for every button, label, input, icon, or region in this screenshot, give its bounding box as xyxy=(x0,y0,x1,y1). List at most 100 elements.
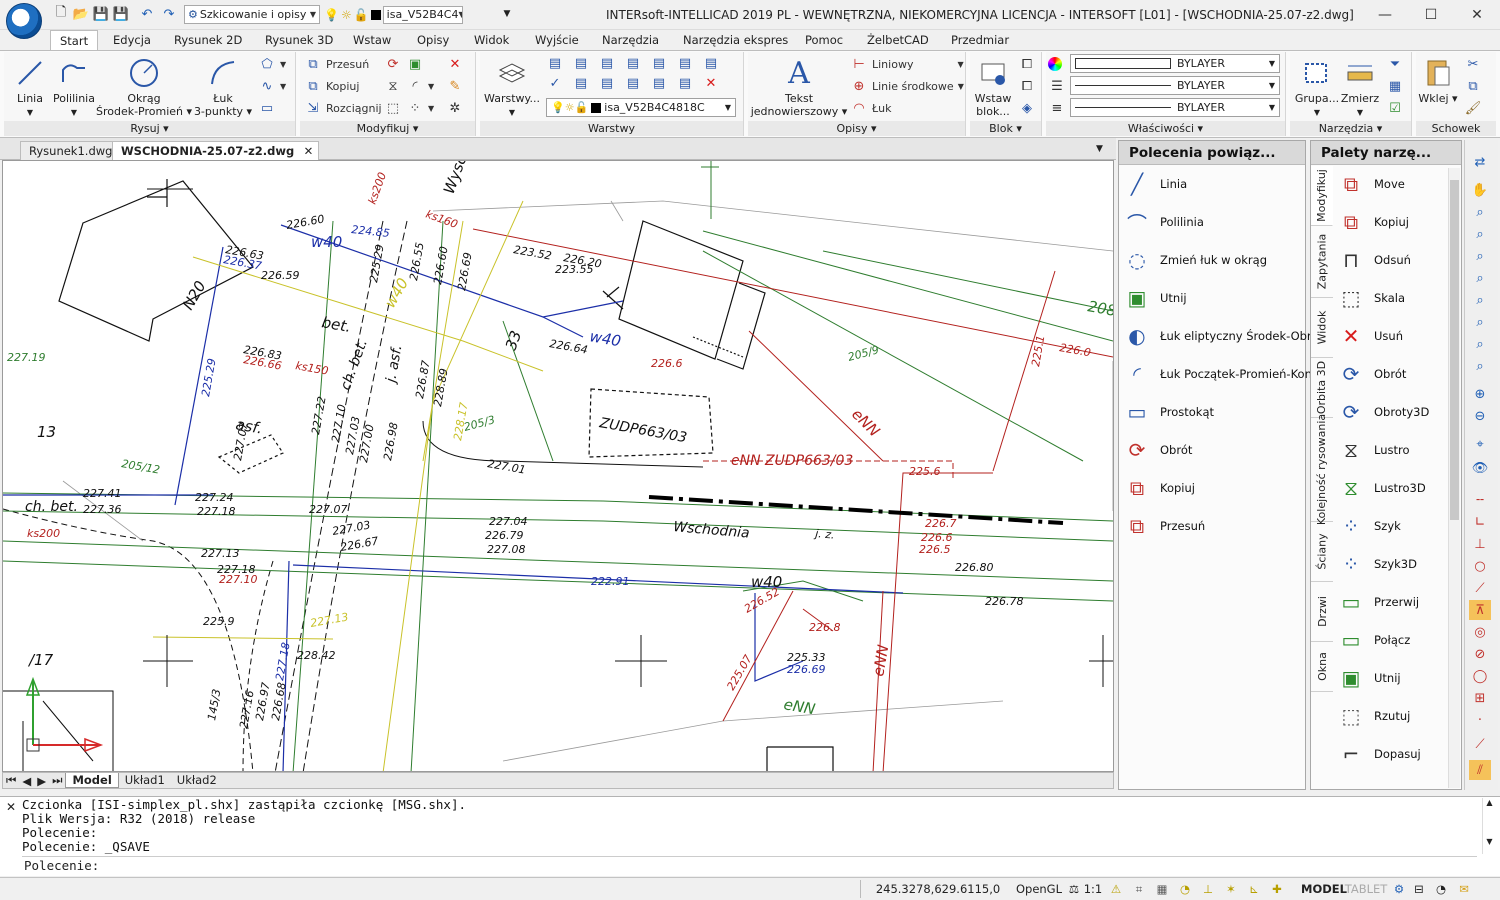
right-toolbar-icon[interactable]: ○ xyxy=(1469,556,1491,576)
palette-vtab[interactable]: Orbita 3D xyxy=(1311,358,1333,418)
layer-tool-icon[interactable]: ▤ xyxy=(650,54,668,72)
right-toolbar-icon[interactable]: ⌕ xyxy=(1469,356,1491,376)
group-button[interactable]: Grupa... ▼ xyxy=(1292,56,1342,119)
layer-tool-icon[interactable]: ▤ xyxy=(624,74,642,92)
spline-button[interactable]: ∿ ▼ xyxy=(258,76,287,96)
tool-palette-item[interactable]: ⬚ Rzutuj xyxy=(1336,700,1411,732)
group-caption-blok[interactable]: Blok ▾ xyxy=(970,121,1041,136)
tab-przedmiar[interactable]: Przedmiar xyxy=(942,30,1018,50)
layer-tool-icon[interactable]: ▤ xyxy=(598,54,616,72)
tool-palette-item[interactable]: ⊓ Odsuń xyxy=(1336,244,1411,276)
status-toggle-icon[interactable]: ✶ xyxy=(1221,881,1241,898)
workspace-select[interactable]: ⚙ Szkicowanie i opisy ▼ xyxy=(184,5,320,24)
check-button[interactable]: ☑ xyxy=(1386,98,1404,118)
next-layout-icon[interactable]: ▶ xyxy=(34,774,49,788)
tool-palette-item[interactable]: ▭ Połącz xyxy=(1336,624,1411,656)
group-caption-narzedzia[interactable]: Narzędzia ▾ xyxy=(1290,121,1411,136)
related-command-polyline[interactable]: ⌒ Polilinia xyxy=(1122,206,1204,238)
paste-button[interactable]: Wklej ▾ xyxy=(1416,56,1460,105)
related-command-copy[interactable]: ⧉ Kopiuj xyxy=(1122,472,1195,504)
move-button[interactable]: ⧉ Przesuń xyxy=(304,54,369,74)
doc-tab-wschodnia[interactable]: WSCHODNIA-25.07-z2.dwg ✕ xyxy=(112,141,320,160)
arc-dim-button[interactable]: ◠ Łuk xyxy=(850,98,891,118)
right-toolbar-icon[interactable]: 👁 xyxy=(1469,458,1491,478)
tool-palette-item[interactable]: ⧖ Lustro xyxy=(1336,434,1410,466)
linetype-icon[interactable]: ☰ xyxy=(1048,76,1066,96)
right-toolbar-icon[interactable]: ⊼ xyxy=(1469,600,1491,620)
first-layout-icon[interactable]: ⏮ xyxy=(3,773,19,788)
tool-palette-item[interactable]: ⌐ Dopasuj xyxy=(1336,738,1421,770)
copy-button[interactable]: ⧉ Kopiuj xyxy=(304,76,359,96)
delete-button[interactable]: ✕ xyxy=(446,54,464,74)
tool-palette-item[interactable]: ⧉ Kopiuj xyxy=(1336,206,1409,238)
right-toolbar-icon[interactable]: ⫽ xyxy=(1469,760,1491,780)
redo-icon[interactable]: ↷ xyxy=(160,5,178,23)
status-toggle-icon[interactable]: ⌗ xyxy=(1129,881,1149,898)
right-toolbar-icon[interactable]: ⌖ xyxy=(1469,434,1491,454)
layer-select[interactable]: 💡 ☼ 🔓 isa_V52B4C4818C ▼ xyxy=(546,98,736,117)
right-toolbar-icon[interactable]: ⊕ xyxy=(1469,384,1491,404)
right-toolbar-icon[interactable]: ⇄ xyxy=(1469,152,1491,172)
polygon-button[interactable]: ⬠ ▼ xyxy=(258,54,286,74)
tablet-toggle[interactable]: TABLET xyxy=(1345,881,1388,898)
tool-palette-item[interactable]: ⁘ Szyk xyxy=(1336,510,1401,542)
linetype-select[interactable]: BYLAYER ▼ xyxy=(1070,76,1280,95)
tool-palette-item[interactable]: ✕ Usuń xyxy=(1336,320,1403,352)
status-toggle-icon[interactable]: ⊾ xyxy=(1244,881,1264,898)
tab-wstaw[interactable]: Wstaw xyxy=(344,30,400,50)
tool-palette-item[interactable]: ⧉ Move xyxy=(1336,168,1405,200)
group-caption-rysuj[interactable]: Rysuj ▾ xyxy=(4,121,295,136)
related-command-rectangle[interactable]: ▭ Prostokąt xyxy=(1122,396,1214,428)
right-toolbar-icon[interactable]: ⌕ xyxy=(1469,334,1491,354)
tool-palette-item[interactable]: ⧖ Lustro3D xyxy=(1336,472,1426,504)
lineweight-select[interactable]: BYLAYER ▼ xyxy=(1070,98,1280,117)
right-toolbar-icon[interactable]: ◯ xyxy=(1469,666,1491,686)
group-caption-wlasciwosci[interactable]: Właściwości ▾ xyxy=(1046,121,1285,136)
tab-widok[interactable]: Widok xyxy=(465,30,518,50)
layer-delete-icon[interactable]: ✕ xyxy=(702,74,720,92)
arc-button[interactable]: Łuk 3-punkty ▾ xyxy=(192,56,254,118)
save-icon[interactable]: 💾 xyxy=(92,5,110,23)
right-toolbar-icon[interactable]: ⌕ xyxy=(1469,268,1491,288)
doc-tabs-menu-icon[interactable]: ▼ xyxy=(1096,144,1103,154)
right-toolbar-icon[interactable]: ∟ xyxy=(1469,512,1491,532)
tab-zelbetcad[interactable]: ŻelbetCAD xyxy=(858,30,938,50)
tool-palette-item[interactable]: ⬚ Skala xyxy=(1336,282,1406,314)
status-toggle-icon[interactable]: ⚠ xyxy=(1106,881,1126,898)
palette-vtab[interactable]: Ściany xyxy=(1311,522,1333,582)
cut-button[interactable]: ✂ xyxy=(1464,54,1482,74)
right-toolbar-icon[interactable]: ⌕ xyxy=(1469,312,1491,332)
stretch-button[interactable]: ⇲ Rozciągnij xyxy=(304,98,382,118)
status-toggle-icon[interactable]: ◔ xyxy=(1175,881,1195,898)
right-toolbar-icon[interactable]: ◎ xyxy=(1469,622,1491,642)
layer-tool-icon[interactable]: ▤ xyxy=(676,54,694,72)
right-toolbar-icon[interactable]: ⌕ xyxy=(1469,246,1491,266)
grid-tools-button[interactable]: ▦ xyxy=(1386,76,1404,96)
related-command-arc[interactable]: ◜ Łuk Początek-Promień-Koniec xyxy=(1122,358,1328,390)
scale-readout[interactable]: 1:1 xyxy=(1082,881,1104,898)
tab-start[interactable]: Start xyxy=(50,30,99,51)
annotation-scale-icon[interactable]: ⚖ xyxy=(1066,881,1082,898)
group-caption-modyfikuj[interactable]: Modyfikuj ▾ xyxy=(300,121,475,136)
copy-clip-button[interactable]: ⧉ xyxy=(1464,76,1482,96)
layer-tool-icon[interactable]: ▤ xyxy=(598,74,616,92)
layer-tool-icon[interactable]: ▤ xyxy=(572,54,590,72)
model-space-toggle[interactable]: MODEL xyxy=(1301,881,1347,898)
quick-select-button[interactable]: ⏷ xyxy=(1386,54,1404,74)
match-props-button[interactable]: 🖌 xyxy=(1464,98,1482,118)
palette-vtab[interactable]: Modyfikuj xyxy=(1311,166,1333,226)
related-command-rotate[interactable]: ⟳ Obrót xyxy=(1122,434,1193,466)
clean-screen-icon[interactable]: ◔ xyxy=(1432,881,1450,898)
tab-narzedzia-ekspres[interactable]: Narzędzia ekspres xyxy=(674,30,797,50)
coordinates-readout[interactable]: 245.3278,629.6115,0 xyxy=(868,881,1008,898)
doc-tab-rysunek1[interactable]: Rysunek1.dwg xyxy=(20,141,122,160)
array-button[interactable]: ⁘ ▼ xyxy=(406,98,435,118)
insert-block-button[interactable]: Wstaw blok... xyxy=(970,56,1016,118)
tab-wyjscie[interactable]: Wyjście xyxy=(526,30,588,50)
create-block-button[interactable]: ⧠ xyxy=(1018,54,1036,74)
command-input[interactable]: Polecenie: xyxy=(22,856,1477,874)
minimize-button[interactable]: — xyxy=(1362,0,1408,30)
right-toolbar-icon[interactable]: ╌ xyxy=(1469,490,1491,510)
workspace-icon[interactable]: ⊟ xyxy=(1410,881,1428,898)
layer-tool-icon[interactable]: ✓ xyxy=(546,74,564,92)
